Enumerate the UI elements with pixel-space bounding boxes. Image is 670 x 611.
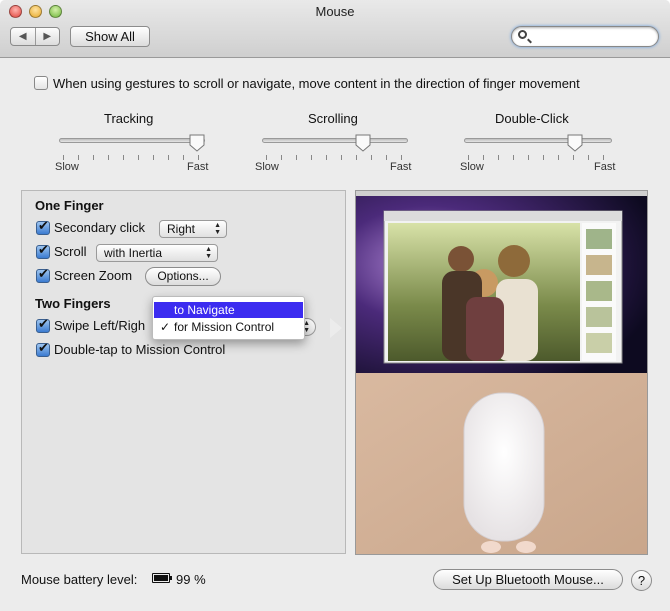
- chevron-left-icon[interactable]: ◀: [11, 28, 36, 45]
- tracking-fast-label: Fast: [187, 161, 209, 173]
- preview-pointer: [330, 318, 342, 338]
- one-finger-heading: One Finger: [35, 198, 104, 213]
- scroll-popup[interactable]: with Inertia ▲ ▼: [96, 244, 218, 262]
- secondary-click-label: Secondary click: [54, 220, 146, 235]
- battery-icon: [152, 573, 172, 583]
- gesture-preview-video: [355, 190, 648, 555]
- scrolling-slow-label: Slow: [255, 161, 279, 173]
- search-field[interactable]: [511, 26, 659, 47]
- help-button[interactable]: ?: [631, 570, 652, 591]
- chevron-right-icon[interactable]: ▶: [36, 28, 60, 45]
- scrolling-label: Scrolling: [308, 111, 358, 126]
- double-tap-label: Double-tap to Mission Control: [54, 342, 226, 357]
- two-fingers-heading: Two Fingers: [35, 296, 111, 311]
- tracking-label: Tracking: [104, 111, 154, 126]
- gesture-direction-label: When using gestures to scroll or navigat…: [53, 76, 580, 91]
- magnifier-icon: [518, 30, 527, 39]
- double-click-slow-label: Slow: [460, 161, 484, 173]
- scrolling-slider-ticks: [266, 155, 402, 160]
- mouse-preferences-window: Mouse ◀ ▶ Show All When using gestures t…: [0, 0, 670, 611]
- battery-label: Mouse battery level:: [21, 572, 138, 587]
- back-forward-control: ◀ ▶: [10, 27, 60, 46]
- double-click-fast-label: Fast: [594, 161, 616, 173]
- window-title: Mouse: [315, 4, 355, 19]
- checkmark-icon: ✓: [160, 320, 171, 334]
- secondary-click-popup[interactable]: Right ▲ ▼: [159, 220, 227, 238]
- show-all-button[interactable]: Show All: [70, 26, 150, 47]
- scroll-label: Scroll: [54, 244, 87, 259]
- menu-item-mission-control-label: for Mission Control: [174, 320, 275, 334]
- double-click-slider-track[interactable]: [464, 138, 612, 143]
- tracking-slow-label: Slow: [55, 161, 79, 173]
- tracking-slider-ticks: [63, 155, 199, 160]
- secondary-click-checkbox[interactable]: [36, 219, 50, 235]
- scroll-value: with Inertia: [104, 246, 163, 260]
- menu-item-navigate-label: to Navigate: [174, 303, 235, 317]
- gesture-direction-checkbox[interactable]: [34, 76, 48, 90]
- scrolling-slider-track[interactable]: [262, 138, 408, 143]
- swipe-options-menu: to Navigate ✓ for Mission Control: [152, 296, 305, 340]
- double-click-label: Double-Click: [495, 111, 569, 126]
- screen-zoom-label: Screen Zoom: [54, 268, 133, 283]
- secondary-click-value: Right: [167, 222, 196, 236]
- tracking-slider-track[interactable]: [59, 138, 205, 143]
- swipe-checkbox[interactable]: [36, 317, 50, 333]
- set-up-bluetooth-mouse-button[interactable]: Set Up Bluetooth Mouse...: [433, 569, 623, 590]
- zoom-options-button[interactable]: Options...: [145, 267, 221, 286]
- double-click-slider-ticks: [468, 155, 604, 160]
- double-tap-checkbox[interactable]: [36, 341, 50, 357]
- up-down-arrows-icon: ▲ ▼: [214, 222, 221, 236]
- menu-item-mission-control[interactable]: ✓ for Mission Control: [154, 319, 303, 335]
- menu-item-navigate[interactable]: to Navigate: [154, 302, 303, 318]
- battery-value: 99 %: [176, 572, 206, 587]
- scroll-checkbox[interactable]: [36, 243, 50, 259]
- toolbar: Mouse ◀ ▶ Show All: [0, 0, 670, 58]
- up-down-arrows-icon: ▲ ▼: [205, 246, 212, 260]
- screen-zoom-checkbox[interactable]: [36, 267, 50, 283]
- tracking-slider-knob[interactable]: [189, 134, 205, 152]
- scrolling-fast-label: Fast: [390, 161, 412, 173]
- preview-illustration: [356, 191, 647, 554]
- swipe-label: Swipe Left/Righ: [54, 318, 146, 333]
- scrolling-slider-knob[interactable]: [355, 134, 371, 152]
- double-click-slider-knob[interactable]: [567, 134, 583, 152]
